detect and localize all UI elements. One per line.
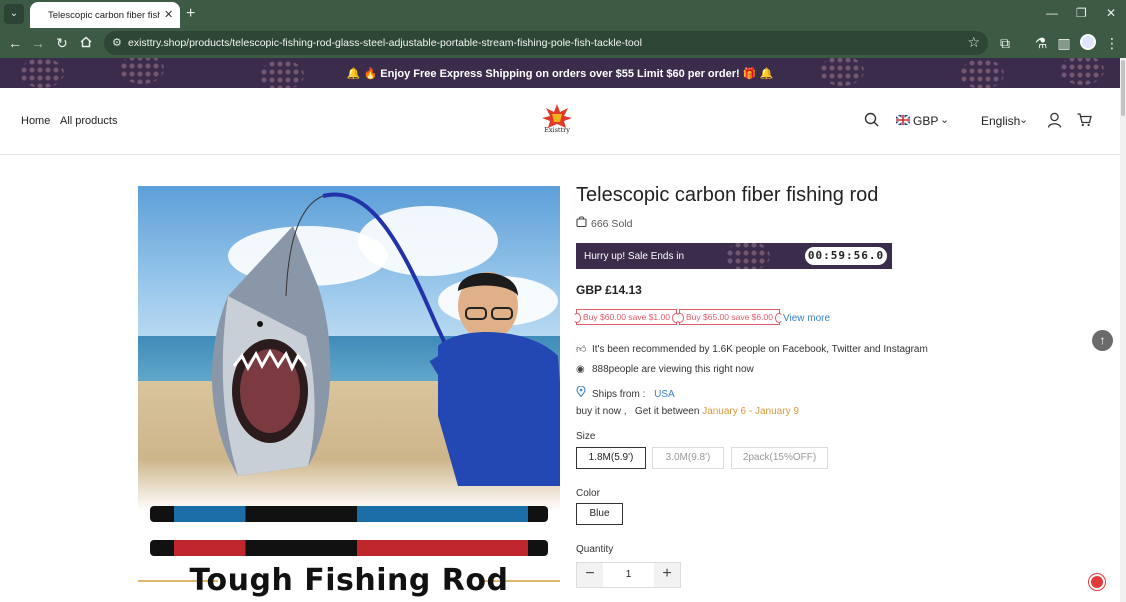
site-info-icon[interactable]: ⚙ [112,36,122,49]
sold-count: 666 Sold [576,216,632,230]
labs-icon[interactable]: ⚗ [1032,34,1050,52]
quantity-label: Quantity [576,544,614,555]
account-icon[interactable] [1047,112,1062,128]
search-icon[interactable] [864,112,879,127]
tab-list-icon[interactable]: ⌄ [4,4,24,24]
back-to-top-icon[interactable]: ↑ [1092,330,1113,351]
blue-rod-tube [150,506,548,522]
recommended-text: It's been recommended by 1.6K people on … [592,344,928,355]
countdown-timer: 00:59:56.0 [805,247,887,265]
restore-icon[interactable]: ❐ [1076,6,1087,20]
nav-all-products[interactable]: All products [60,115,117,127]
quantity-decrease-button[interactable]: − [577,563,603,587]
product-image[interactable]: Tough Fishing Rod [138,186,560,602]
image-tagline: Tough Fishing Rod [189,563,509,598]
location-icon [576,385,588,400]
page-scrollbar[interactable] [1120,58,1126,602]
ships-row: Ships from : USA [576,385,675,400]
browser-toolbar: ← → ↻ ⚙ existtry.shop/products/telescopi… [0,28,1126,58]
browser-tab[interactable]: Telescopic carbon fiber fishing ✕ [30,2,180,28]
announcement-text: 🔔 🔥 Enjoy Free Express Shipping on order… [346,68,774,80]
size-option-3-0m[interactable]: 3.0M(9.8') [652,447,724,469]
chevron-down-icon: ⌄ [940,114,950,126]
scrollbar-thumb[interactable] [1121,60,1125,116]
close-window-icon[interactable]: ✕ [1106,6,1116,20]
currency-label: GBP [913,114,939,128]
ships-from-value: USA [654,389,675,400]
view-more-link[interactable]: View more [783,313,830,324]
viewing-text: 888people are viewing this right now [592,364,754,375]
promo-tag[interactable]: Buy $65.00 save $6.00 [676,309,783,325]
plus-icon[interactable]: + [186,4,195,24]
sold-text: 666 Sold [591,218,633,230]
delivery-range: January 6 - January 9 [702,406,799,417]
language-label: English [981,114,1021,128]
chat-widget-icon[interactable] [1089,574,1105,590]
quantity-increase-button[interactable]: + [654,563,680,587]
menu-icon[interactable]: ⋮ [1103,34,1121,52]
delivery-prefix: buy it now , Get it between [576,406,700,417]
color-option-blue[interactable]: Blue [576,503,623,525]
tab-title: Telescopic carbon fiber fishing [48,10,160,21]
announcement-bar: 🔔 🔥 Enjoy Free Express Shipping on order… [0,58,1120,88]
viewing-row: ◉ 888people are viewing this right now [576,364,754,375]
size-option-1-8m[interactable]: 1.8M(5.9') [576,447,646,469]
size-option-2pack[interactable]: 2pack(15%OFF) [731,447,828,469]
thumbs-up-icon: 👍︎ [576,344,587,355]
cart-icon[interactable] [1077,112,1092,127]
profile-icon[interactable] [1080,34,1096,50]
close-icon[interactable]: ✕ [164,8,173,21]
ships-label: Ships from : [592,389,646,400]
forward-icon[interactable]: → [29,34,47,52]
product-title: Telescopic carbon fiber fishing rod [576,184,879,206]
bag-icon [576,216,587,230]
logo-text: Existtry [544,126,570,134]
promo-tag[interactable]: Buy $60.00 save $1.00 [573,309,680,325]
back-icon[interactable]: ← [6,34,24,52]
site-header: Home All products Existtry GBP ⌄ English… [0,88,1120,155]
product-price: GBP £14.13 [576,283,642,297]
firework-decoration [726,243,770,269]
nav-home[interactable]: Home [21,115,50,127]
sale-label: Hurry up! Sale Ends in [584,251,685,262]
side-panel-icon[interactable]: ▥ [1055,34,1073,52]
quantity-input[interactable]: 1 [603,563,654,587]
uk-flag-icon [896,115,910,125]
reload-icon[interactable]: ↻ [53,34,71,52]
address-bar[interactable]: ⚙ existtry.shop/products/telescopic-fish… [104,31,988,55]
extensions-icon[interactable]: ⧉ [996,34,1014,52]
delivery-row: buy it now , Get it between January 6 - … [576,406,799,417]
eye-icon: ◉ [576,364,585,375]
size-label: Size [576,431,596,442]
chevron-down-icon: ⌄ [1019,114,1029,126]
angler-illustration [429,272,560,486]
star-icon[interactable]: ☆ [967,34,980,51]
recommended-row: 👍︎ It's been recommended by 1.6K people o… [576,343,928,355]
home-icon[interactable] [77,34,95,52]
browser-tab-bar: ⌄ Telescopic carbon fiber fishing ✕ + — … [0,0,1126,28]
quantity-stepper: − 1 + [576,562,681,588]
minimize-icon[interactable]: — [1046,6,1058,20]
sale-countdown-bar: Hurry up! Sale Ends in 00:59:56.0 [576,243,892,269]
color-label: Color [576,488,600,499]
url-text: existtry.shop/products/telescopic-fishin… [128,37,642,49]
red-rod-tube [150,540,548,556]
